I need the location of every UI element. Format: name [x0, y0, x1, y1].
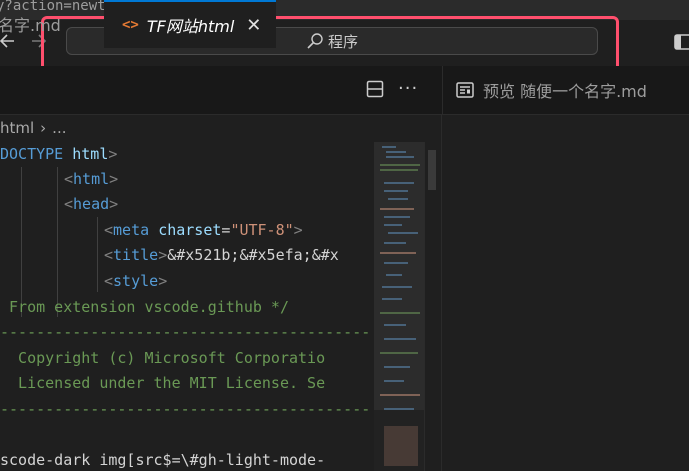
code-line: <title>&#x521b;&#x5efa;&#x [104, 246, 339, 264]
tab-label: 名字.md [0, 16, 61, 35]
chevron-right-icon: › [40, 119, 47, 137]
vertical-scrollbar[interactable] [424, 142, 440, 471]
layout-panel-icon[interactable] [674, 33, 689, 51]
code-line: ----------------------------------------… [0, 323, 371, 341]
code-line: <head> [64, 195, 119, 213]
breadcrumb[interactable]: html › ... [0, 115, 440, 141]
more-actions-icon[interactable]: ··· [398, 78, 418, 99]
tab-label: TF网站html [146, 17, 235, 36]
command-center-text: 程序 [327, 32, 358, 51]
breadcrumb-rest[interactable]: ... [52, 119, 66, 137]
tab-markdown-file[interactable]: 名字.md [0, 0, 102, 48]
code-line: ----------------------------------------… [0, 400, 371, 418]
code-line: From extension vscode.github */ [0, 298, 289, 316]
html-file-icon: <> [122, 17, 139, 33]
preview-tab-label: 预览 随便一个名字.md [483, 82, 647, 101]
code-line: <html> [64, 170, 119, 188]
minimap-slider[interactable] [374, 142, 424, 410]
close-icon[interactable]: ✕ [246, 15, 261, 36]
code-line: Licensed under the MIT License. Se [0, 374, 326, 392]
indent-guide [97, 217, 98, 292]
code-line: <meta charset="UTF-8"> [104, 221, 303, 239]
code-line: scode-dark img[src$=\#gh-light-mode- [0, 451, 326, 469]
code-line: <style> [104, 272, 168, 290]
breadcrumb-file[interactable]: html [0, 119, 34, 137]
preview-icon [456, 82, 474, 98]
vscode-window: y?action=newthread&fid=165 程序 名字.md <> T… [0, 0, 689, 471]
markdown-preview-pane[interactable] [441, 115, 689, 471]
code-line: Copyright (c) Microsoft Corporatio [0, 349, 326, 367]
split-editor-icon[interactable] [366, 80, 384, 98]
scrollbar-thumb[interactable] [428, 150, 436, 190]
search-icon [307, 33, 323, 49]
tab-preview-markdown[interactable]: 预览 随便一个名字.md [442, 66, 689, 114]
code-line: DOCTYPE html> [0, 145, 118, 163]
tab-tf-website-html[interactable]: <> TF网站html ✕ [104, 0, 276, 48]
